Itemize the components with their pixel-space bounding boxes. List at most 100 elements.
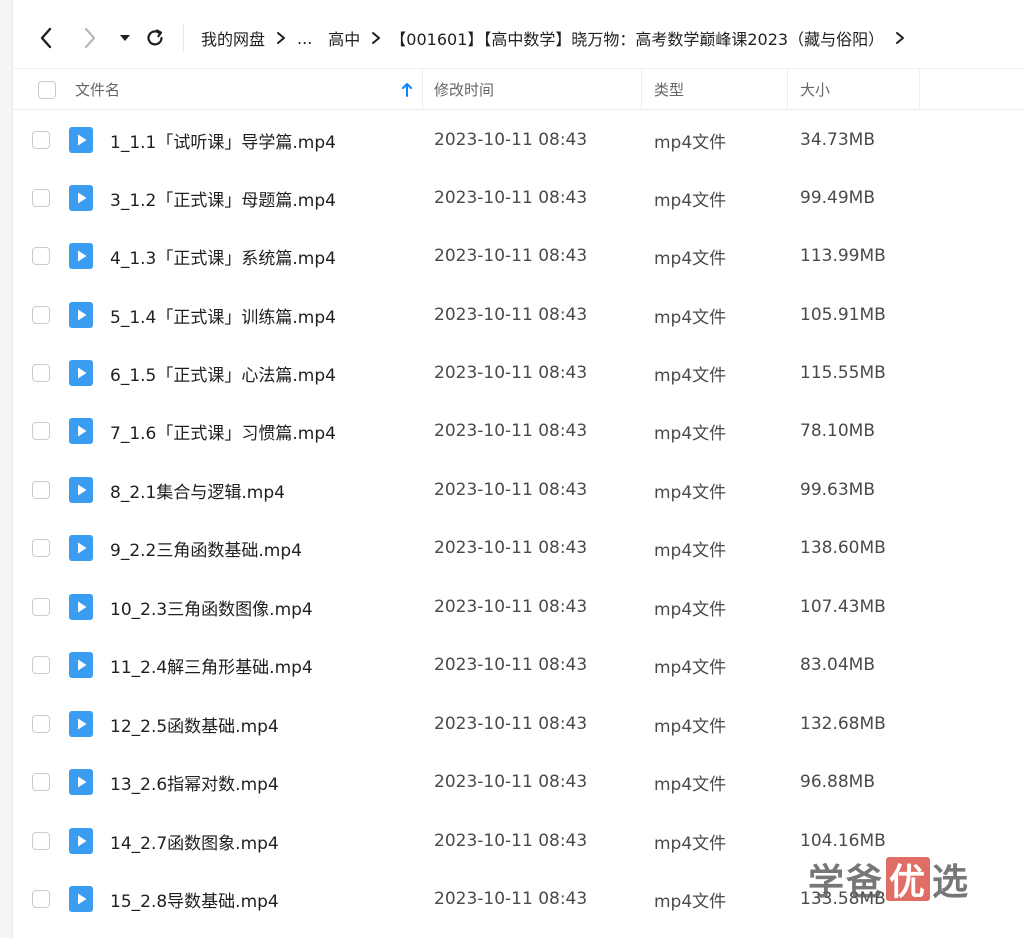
file-size: 107.43MB: [800, 597, 886, 617]
breadcrumb-item-ellipsis[interactable]: ...: [295, 29, 314, 48]
file-name[interactable]: 11_2.4解三角形基础.mp4: [110, 636, 313, 694]
video-file-icon: [69, 578, 93, 636]
file-size: 132.68MB: [800, 714, 886, 734]
file-name[interactable]: 4_1.3「正式课」系统篇.mp4: [110, 227, 336, 285]
file-name[interactable]: 7_1.6「正式课」习惯篇.mp4: [110, 402, 336, 460]
row-checkbox[interactable]: [32, 870, 50, 928]
history-dropdown-button[interactable]: [113, 22, 137, 54]
file-type: mp4文件: [654, 716, 727, 737]
file-size: 105.91MB: [800, 305, 886, 325]
table-row[interactable]: 10_2.3三角函数图像.mp4 2023-10-11 08:43 mp4文件 …: [13, 578, 1024, 636]
column-header-size[interactable]: 大小: [800, 69, 830, 110]
file-type: mp4文件: [654, 482, 727, 503]
file-time: 2023-10-11 08:43: [434, 538, 588, 558]
row-checkbox[interactable]: [32, 812, 50, 870]
back-button[interactable]: [31, 22, 61, 54]
file-name[interactable]: 6_1.5「正式课」心法篇.mp4: [110, 344, 336, 402]
file-time: 2023-10-11 08:43: [434, 188, 588, 208]
table-row[interactable]: 6_1.5「正式课」心法篇.mp4 2023-10-11 08:43 mp4文件…: [13, 344, 1024, 402]
file-type: mp4文件: [654, 599, 727, 620]
refresh-button[interactable]: [141, 22, 169, 54]
row-checkbox[interactable]: [32, 753, 50, 811]
file-time: 2023-10-11 08:43: [434, 305, 588, 325]
row-checkbox[interactable]: [32, 286, 50, 344]
file-time: 2023-10-11 08:43: [434, 363, 588, 383]
row-checkbox[interactable]: [32, 695, 50, 753]
table-row[interactable]: 4_1.3「正式课」系统篇.mp4 2023-10-11 08:43 mp4文件…: [13, 227, 1024, 285]
table-row[interactable]: 9_2.2三角函数基础.mp4 2023-10-11 08:43 mp4文件 1…: [13, 519, 1024, 577]
file-type: mp4文件: [654, 891, 727, 912]
row-checkbox[interactable]: [32, 519, 50, 577]
video-file-icon: [69, 519, 93, 577]
breadcrumb-more-icon[interactable]: [886, 31, 914, 45]
breadcrumb-item-gaozhong[interactable]: 高中: [326, 26, 362, 50]
file-list-header: 文件名 修改时间 类型 大小: [13, 68, 1024, 110]
column-divider[interactable]: [787, 69, 788, 110]
row-checkbox[interactable]: [32, 636, 50, 694]
video-file-icon: [69, 695, 93, 753]
file-size: 96.88MB: [800, 772, 875, 792]
watermark-logo: 学爸 优 选: [808, 854, 970, 904]
row-checkbox[interactable]: [32, 402, 50, 460]
column-header-time[interactable]: 修改时间: [434, 69, 494, 110]
video-file-icon: [69, 344, 93, 402]
table-row[interactable]: 13_2.6指幂对数.mp4 2023-10-11 08:43 mp4文件 96…: [13, 753, 1024, 811]
file-size: 99.49MB: [800, 188, 875, 208]
table-row[interactable]: 1_1.1「试听课」导学篇.mp4 2023-10-11 08:43 mp4文件…: [13, 111, 1024, 169]
file-name[interactable]: 14_2.7函数图象.mp4: [110, 812, 279, 870]
file-size: 99.63MB: [800, 480, 875, 500]
row-checkbox[interactable]: [32, 461, 50, 519]
file-name[interactable]: 8_2.1集合与逻辑.mp4: [110, 461, 285, 519]
refresh-icon: [147, 29, 163, 46]
video-file-icon: [69, 812, 93, 870]
file-time: 2023-10-11 08:43: [434, 480, 588, 500]
breadcrumb-item-current[interactable]: 【001601】【高中数学】晓万物：高考数学巅峰课2023（藏与俗阳）: [390, 26, 886, 50]
file-size: 78.10MB: [800, 421, 875, 441]
file-name[interactable]: 13_2.6指幂对数.mp4: [110, 753, 279, 811]
file-name[interactable]: 1_1.1「试听课」导学篇.mp4: [110, 111, 336, 169]
row-checkbox[interactable]: [32, 344, 50, 402]
navigation-bar: 我的网盘 ... 高中 【001601】【高中数学】晓万物：高考数学巅峰课202…: [13, 0, 1024, 68]
row-checkbox[interactable]: [32, 169, 50, 227]
file-name[interactable]: 5_1.4「正式课」训练篇.mp4: [110, 286, 336, 344]
column-header-name[interactable]: 文件名: [75, 69, 120, 110]
row-checkbox[interactable]: [32, 227, 50, 285]
file-name[interactable]: 3_1.2「正式课」母题篇.mp4: [110, 169, 336, 227]
table-row[interactable]: 7_1.6「正式课」习惯篇.mp4 2023-10-11 08:43 mp4文件…: [13, 402, 1024, 460]
chevron-right-icon: [84, 27, 96, 49]
file-name[interactable]: 9_2.2三角函数基础.mp4: [110, 519, 302, 577]
file-type: mp4文件: [654, 248, 727, 269]
file-size: 138.60MB: [800, 538, 886, 558]
row-checkbox[interactable]: [32, 578, 50, 636]
file-type: mp4文件: [654, 307, 727, 328]
column-header-type[interactable]: 类型: [654, 69, 684, 110]
column-divider[interactable]: [919, 69, 920, 110]
video-file-icon: [69, 870, 93, 928]
table-row[interactable]: 12_2.5函数基础.mp4 2023-10-11 08:43 mp4文件 13…: [13, 695, 1024, 753]
left-edge-panel: [0, 0, 13, 938]
file-time: 2023-10-11 08:43: [434, 246, 588, 266]
file-size: 115.55MB: [800, 363, 886, 383]
table-row[interactable]: 3_1.2「正式课」母题篇.mp4 2023-10-11 08:43 mp4文件…: [13, 169, 1024, 227]
file-time: 2023-10-11 08:43: [434, 130, 588, 150]
column-divider[interactable]: [641, 69, 642, 110]
caret-down-icon: [120, 35, 130, 41]
file-type: mp4文件: [654, 365, 727, 386]
file-name[interactable]: 12_2.5函数基础.mp4: [110, 695, 279, 753]
table-row[interactable]: 11_2.4解三角形基础.mp4 2023-10-11 08:43 mp4文件 …: [13, 636, 1024, 694]
column-divider[interactable]: [422, 69, 423, 110]
table-row[interactable]: 8_2.1集合与逻辑.mp4 2023-10-11 08:43 mp4文件 99…: [13, 461, 1024, 519]
sort-arrow-up-icon[interactable]: [401, 69, 413, 110]
file-size: 83.04MB: [800, 655, 875, 675]
video-file-icon: [69, 402, 93, 460]
file-name[interactable]: 15_2.8导数基础.mp4: [110, 870, 279, 928]
breadcrumb-item-root[interactable]: 我的网盘: [199, 26, 267, 50]
video-file-icon: [69, 227, 93, 285]
file-time: 2023-10-11 08:43: [434, 831, 588, 851]
table-row[interactable]: 5_1.4「正式课」训练篇.mp4 2023-10-11 08:43 mp4文件…: [13, 286, 1024, 344]
select-all-checkbox[interactable]: [38, 69, 56, 110]
file-name[interactable]: 10_2.3三角函数图像.mp4: [110, 578, 313, 636]
forward-button[interactable]: [75, 22, 105, 54]
file-size: 113.99MB: [800, 246, 886, 266]
row-checkbox[interactable]: [32, 111, 50, 169]
